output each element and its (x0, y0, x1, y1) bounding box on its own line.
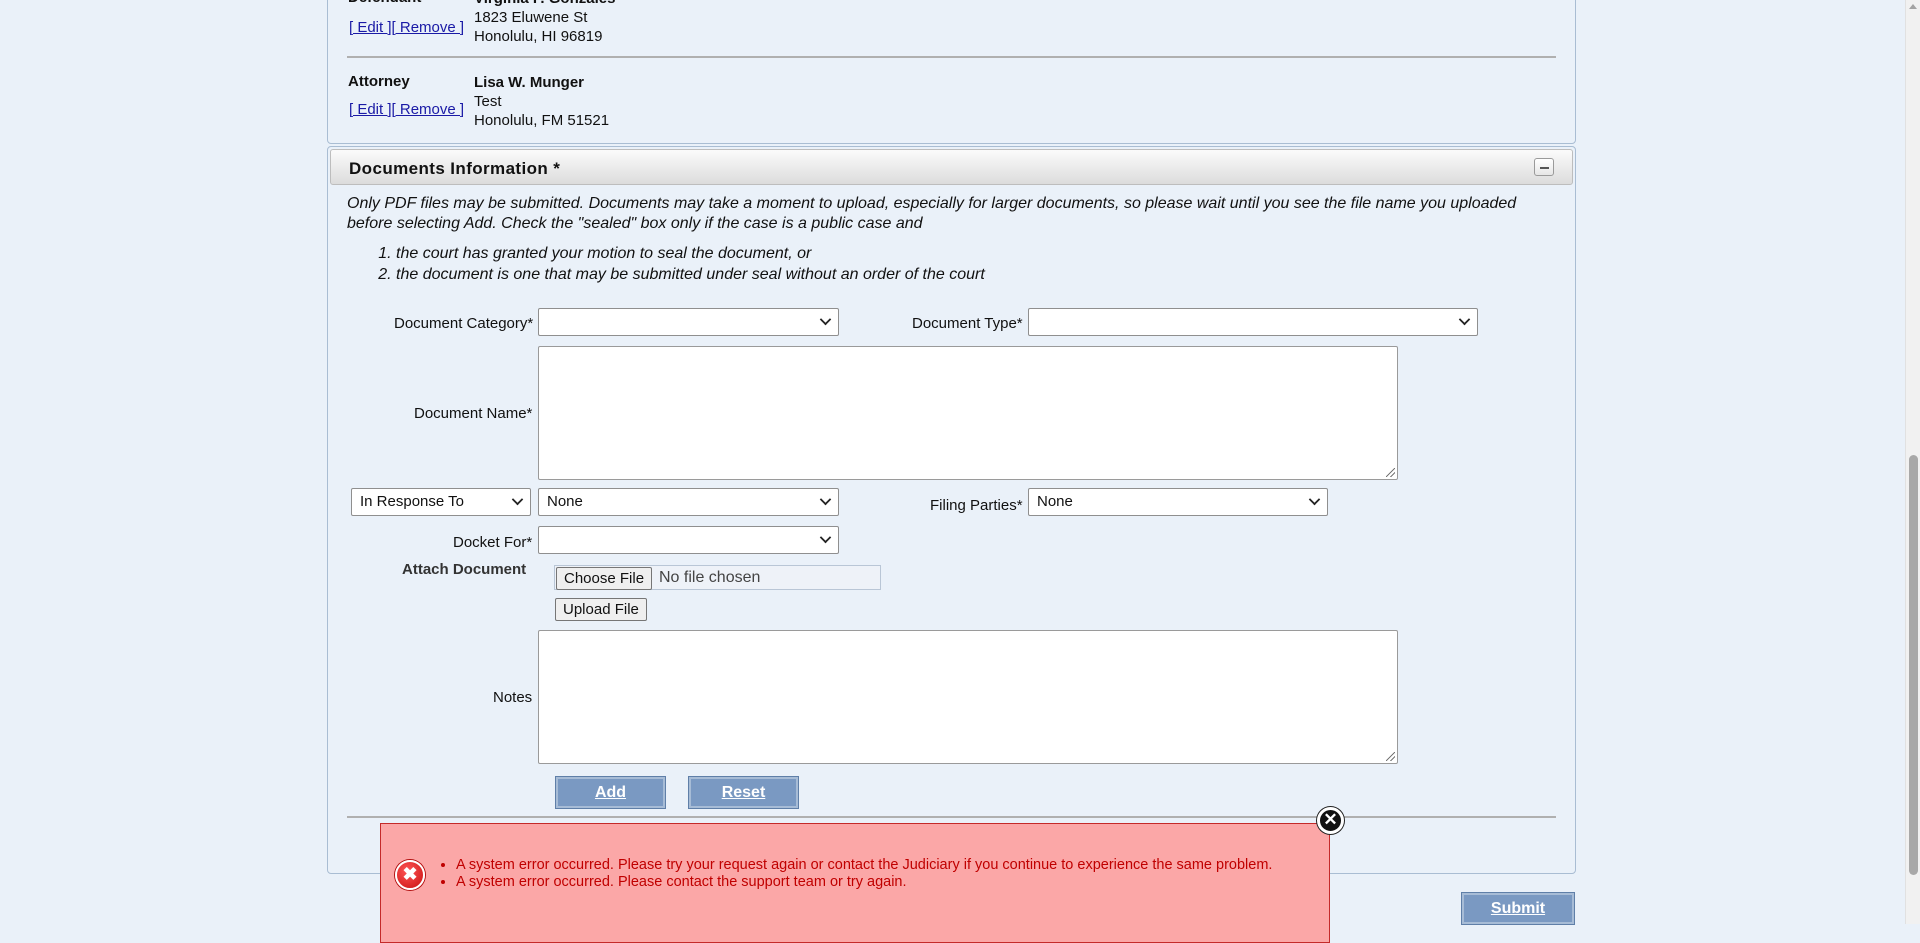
documents-title: Documents Information * (349, 159, 561, 178)
chevron-down-icon (819, 493, 832, 506)
scrollbar-thumb[interactable] (1909, 455, 1918, 875)
error-message: A system error occurred. Please contact … (456, 874, 1272, 891)
no-file-chosen-text: No file chosen (659, 569, 761, 586)
add-button[interactable]: Add (555, 776, 666, 809)
divider (347, 56, 1556, 58)
party-info: Virginia F. Gonzales 1823 Eluwene St Hon… (474, 0, 615, 46)
instructions-text: Only PDF files may be submitted. Documen… (347, 195, 1517, 232)
document-category-label: Document Category* (394, 315, 534, 332)
parties-section: Defendant [ Edit ][ Remove ] Virginia F.… (327, 0, 1576, 144)
document-category-select[interactable] (538, 308, 839, 336)
remove-party-link[interactable]: [ Remove ] (392, 101, 465, 118)
chevron-down-icon (1308, 493, 1321, 506)
condition-item: the document is one that may be submitte… (396, 264, 1557, 285)
error-list: A system error occurred. Please try your… (437, 857, 1272, 891)
choose-file-button[interactable]: Choose File (556, 567, 653, 590)
docket-for-label: Docket For* (453, 534, 533, 551)
party-actions: [ Edit ][ Remove ] (349, 101, 464, 118)
chevron-down-icon (819, 313, 832, 326)
divider (347, 816, 1556, 818)
filing-parties-label: Filing Parties* (930, 497, 1023, 514)
party-address-line2: Honolulu, HI 96819 (474, 28, 603, 45)
edit-party-link[interactable]: [ Edit ] (349, 101, 392, 118)
condition-item: the court has granted your motion to sea… (396, 243, 1557, 264)
chevron-down-icon (1458, 313, 1471, 326)
party-name: Virginia F. Gonzales (474, 0, 615, 8)
notes-textarea[interactable] (538, 630, 1398, 764)
error-message: A system error occurred. Please try your… (456, 857, 1272, 874)
document-type-label: Document Type* (912, 315, 1023, 332)
error-icon: ✖ (395, 860, 425, 890)
response-target-select[interactable]: None (538, 488, 839, 516)
submit-button[interactable]: Submit (1461, 892, 1575, 925)
document-name-label: Document Name* (414, 405, 533, 422)
party-info: Lisa W. Munger Test Honolulu, FM 51521 (474, 73, 609, 130)
close-icon[interactable]: ✕ (1317, 807, 1344, 834)
scrollbar[interactable] (1905, 0, 1920, 924)
scroll-up-arrow-icon[interactable] (1909, 4, 1917, 9)
resize-grip-icon[interactable] (1386, 468, 1395, 477)
filing-parties-select[interactable]: None (1028, 488, 1328, 516)
party-address-line2: Honolulu, FM 51521 (474, 112, 610, 129)
party-actions: [ Edit ][ Remove ] (349, 19, 464, 36)
party-role: Attorney (348, 73, 410, 90)
party-address-line1: Test (474, 93, 502, 110)
attach-document-label: Attach Document (402, 561, 527, 578)
chevron-down-icon (819, 531, 832, 544)
in-response-to-select[interactable]: In Response To (351, 488, 531, 516)
documents-instructions: Only PDF files may be submitted. Documen… (347, 194, 1557, 285)
error-notification: ✖ A system error occurred. Please try yo… (380, 823, 1330, 943)
resize-grip-icon[interactable] (1386, 752, 1395, 761)
docket-for-select[interactable] (538, 526, 839, 554)
upload-file-button[interactable]: Upload File (555, 598, 647, 621)
party-name: Lisa W. Munger (474, 74, 585, 91)
reset-button[interactable]: Reset (688, 776, 799, 809)
documents-header[interactable]: Documents Information * (330, 149, 1573, 185)
document-name-textarea[interactable] (538, 346, 1398, 480)
notes-label: Notes (493, 689, 533, 706)
party-address-line1: 1823 Eluwene St (474, 9, 588, 26)
collapse-icon[interactable] (1534, 158, 1554, 176)
party-role: Defendant (348, 0, 421, 6)
conditions-list: the court has granted your motion to sea… (374, 243, 1557, 285)
edit-party-link[interactable]: [ Edit ] (349, 19, 392, 36)
remove-party-link[interactable]: [ Remove ] (392, 19, 465, 36)
documents-section: Documents Information * Only PDF files m… (327, 146, 1576, 874)
document-type-select[interactable] (1028, 308, 1478, 336)
chevron-down-icon (511, 493, 524, 506)
